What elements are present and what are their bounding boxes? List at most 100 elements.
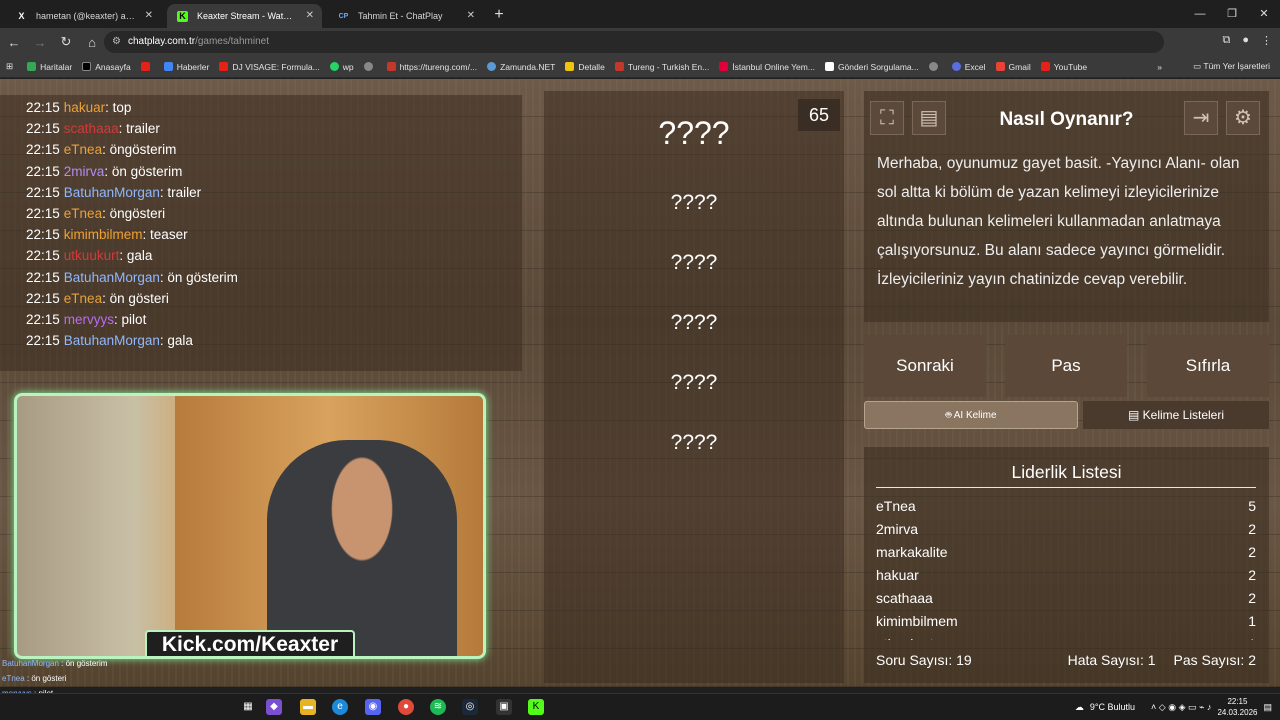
detalle-icon [565,62,575,71]
tab-kick[interactable]: K Keaxter Stream - Watch Live on ✕ [167,4,322,28]
home-icon[interactable]: ⌂ [80,35,104,50]
spotify-icon[interactable]: ≋ [430,699,446,715]
apps-icon[interactable]: ⊞ [6,61,13,72]
tray-icons[interactable]: ˄ ◇ ◉ ◈ ▭ ⌁ ♪ [1151,702,1211,713]
task-view-icon[interactable]: ▦ [240,699,256,715]
fullscreen-icon[interactable]: ⛶ [870,101,904,135]
player-score: 1 [1248,636,1256,640]
bookmark-item[interactable]: Anasayfa [82,62,131,72]
kick-icon[interactable]: K [528,699,544,715]
message-username[interactable]: mervyys [64,312,114,327]
more-bookmarks-icon[interactable]: » [1157,62,1162,72]
clock[interactable]: 22:15 24.03.2026 [1217,696,1257,718]
bookmark-item[interactable]: https://tureng.com/... [386,62,477,72]
bookmark-item[interactable]: İstanbul Online Yem... [719,62,815,72]
copilot-icon[interactable]: ◆ [266,699,282,715]
chrome-icon[interactable]: ● [398,699,414,715]
menu-icon[interactable]: ⋮ [1261,34,1272,47]
reset-button[interactable]: Sıfırla [1147,335,1269,397]
bookmark-item[interactable]: wp [329,62,354,72]
all-bookmarks[interactable]: ▭ Tüm Yer İşaretleri [1193,61,1270,72]
forward-icon[interactable]: → [28,35,52,50]
tab-x[interactable]: X hametan (@keaxter) adlı kullan ✕ [6,4,161,28]
notes-icon[interactable]: ▤ [912,101,946,135]
next-button[interactable]: Sonraki [864,335,986,397]
player-score: 2 [1248,590,1256,606]
message-username[interactable]: kimimbilmem [64,227,143,242]
gmail-icon [995,62,1005,71]
ai-word-button[interactable]: 🤖︎ AI Kelime [864,401,1078,429]
minimize-icon[interactable]: — [1184,0,1216,28]
message-username[interactable]: BatuhanMorgan [64,270,160,285]
player-score: 2 [1248,567,1256,583]
bookmark-item[interactable]: Detalle [565,62,605,72]
message-time: 22:15 [26,248,60,264]
close-window-icon[interactable]: ✕ [1248,0,1280,28]
bookmarks-bar: ⊞ Haritalar Anasayfa Haberler DJ VISAGE:… [0,56,1280,78]
bookmark-item[interactable] [928,62,942,71]
chat-message: 22:15 kimimbilmem: teaser [26,224,522,245]
exit-icon[interactable]: ⇥ [1184,101,1218,135]
message-time: 22:15 [26,333,60,349]
site-info-icon[interactable]: ⚙ [112,31,121,53]
bookmark-item[interactable]: Gmail [995,62,1031,72]
tab-chatplay[interactable]: CP Tahmin Et - ChatPlay ✕ [328,4,483,28]
message-username[interactable]: utkuukurt [64,248,120,263]
new-tab-button[interactable]: + [487,4,511,28]
bookmark-item[interactable]: Haberler [163,62,209,72]
file-explorer-icon[interactable]: ▬ [300,699,316,715]
message-username[interactable]: scathaaa [64,121,119,136]
bookmark-item[interactable]: Tureng - Turkish En... [614,62,709,72]
chat-message: 22:15 scathaaa: trailer [26,118,522,139]
bookmark-item[interactable]: YouTube [1040,62,1087,72]
address-bar[interactable]: ⚙ chatplay.com.tr/games/tahminet [104,31,1164,53]
question-count: Soru Sayısı: 19 [876,652,972,668]
tureng-icon [614,62,624,71]
bookmark-item[interactable]: Gönderi Sorgulama... [824,62,919,72]
bookmark-item[interactable]: DJ VISAGE: Formula... [219,62,320,72]
app-icon[interactable]: ▣ [496,699,512,715]
browser-toolbar: ← → ↻ ⌂ ⚙ chatplay.com.tr/games/tahminet… [0,28,1280,56]
notification-icon[interactable]: ▤ [1263,702,1272,713]
word-lists-button[interactable]: ▤ Kelime Listeleri [1083,401,1269,429]
reload-icon[interactable]: ↻ [54,34,78,50]
forbidden-word: ???? [670,251,718,274]
bookmark-item[interactable]: Zamunda.NET [487,62,555,72]
bookmark-item[interactable]: Excel [951,62,986,72]
close-tab-icon[interactable]: ✕ [145,4,153,28]
x-logo-icon: X [18,11,25,21]
extensions-icon[interactable]: ⧉ [1222,34,1230,47]
message-username[interactable]: eTnea [64,142,102,157]
globe-icon [363,62,373,71]
maps-icon [27,62,37,71]
zamunda-icon [487,62,497,71]
profile-icon[interactable]: ● [1242,34,1249,47]
message-username[interactable]: BatuhanMorgan [64,185,160,200]
message-username[interactable]: eTnea [64,206,102,221]
message-username[interactable]: hakuar [64,100,105,115]
bookmark-item[interactable] [140,62,154,71]
pass-button[interactable]: Pas [1005,335,1127,397]
message-username[interactable]: BatuhanMorgan [64,333,160,348]
message-username[interactable]: eTnea [64,291,102,306]
tab-label: Tahmin Et - ChatPlay [358,11,443,21]
close-tab-icon[interactable]: ✕ [306,4,314,28]
leaderboard-row: 2mirva 2 [876,521,1256,537]
steam-icon[interactable]: ◎ [462,699,478,715]
message-text: : gala [119,248,153,264]
document-icon: ▤ [1127,408,1143,422]
message-text: : öngösteri [102,206,166,222]
weather-text: 9°C Bulutlu [1089,702,1136,712]
webcam-feed: Kick.com/Keaxter [14,393,486,659]
close-tab-icon[interactable]: ✕ [467,4,475,28]
discord-icon[interactable]: ◉ [365,699,381,715]
back-icon[interactable]: ← [2,35,26,50]
gear-icon[interactable]: ⚙ [1226,101,1260,135]
leaderboard-row: utkuukurt 1 [876,636,1256,640]
bookmark-item[interactable]: Haritalar [27,62,72,72]
bookmark-item[interactable] [363,62,377,71]
message-username[interactable]: 2mirva [64,164,105,179]
edge-icon[interactable]: e [332,699,348,715]
restore-icon[interactable]: ❐ [1216,0,1248,28]
player-name: eTnea [876,498,916,514]
